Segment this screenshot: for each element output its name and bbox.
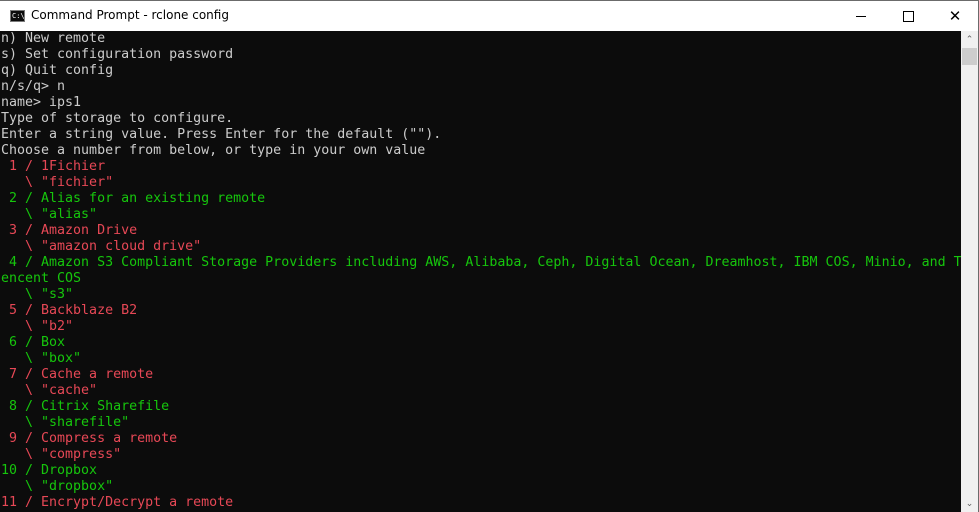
terminal-line: \ "cache" bbox=[1, 383, 98, 398]
terminal-line: \ "fichier" bbox=[1, 175, 114, 190]
terminal-line: 1 / 1Fichier bbox=[1, 159, 106, 174]
terminal-line: 8 / Citrix Sharefile bbox=[1, 399, 170, 414]
terminal-line: 9 / Compress a remote bbox=[1, 431, 178, 446]
chevron-up-icon: ⌃ bbox=[965, 34, 974, 45]
maximize-icon bbox=[902, 10, 914, 22]
terminal-line: 10 / Dropbox bbox=[1, 463, 98, 478]
minimize-button[interactable] bbox=[838, 1, 884, 31]
window-title: Command Prompt - rclone config bbox=[31, 8, 229, 22]
terminal-line: 2 / Alias for an existing remote bbox=[1, 191, 266, 206]
terminal-line: 7 / Cache a remote bbox=[1, 367, 154, 382]
maximize-button[interactable] bbox=[885, 1, 931, 31]
terminal-line: \ "amazon cloud drive" bbox=[1, 239, 202, 254]
terminal-line: s) Set configuration password bbox=[1, 47, 234, 62]
terminal-line: \ "s3" bbox=[1, 287, 74, 302]
terminal-line: 11 / Encrypt/Decrypt a remote bbox=[1, 495, 234, 510]
close-icon: ✕ bbox=[948, 7, 962, 25]
terminal-line: \ "sharefile" bbox=[1, 415, 130, 430]
terminal-line: \ "dropbox" bbox=[1, 479, 114, 494]
terminal-line: Type of storage to configure. bbox=[1, 111, 234, 126]
vertical-scrollbar[interactable]: ⌃ ⌄ bbox=[961, 31, 978, 512]
terminal-line: \ "box" bbox=[1, 351, 82, 366]
scrollbar-thumb[interactable] bbox=[962, 48, 977, 65]
chevron-down-icon: ⌄ bbox=[965, 498, 974, 509]
terminal-line: \ "alias" bbox=[1, 207, 98, 222]
terminal-line: n) New remote bbox=[1, 31, 106, 46]
terminal-line: \ "compress" bbox=[1, 447, 122, 462]
terminal-line: Choose a number from below, or type in y… bbox=[1, 143, 426, 158]
terminal-line: 3 / Amazon Drive bbox=[1, 223, 138, 238]
scroll-down-button[interactable]: ⌄ bbox=[961, 495, 978, 512]
title-bar[interactable]: C:\_ Command Prompt - rclone config ✕ bbox=[0, 0, 979, 31]
terminal-line: n/s/q> n bbox=[1, 79, 66, 94]
terminal-line: 6 / Box bbox=[1, 335, 66, 350]
terminal-line: q) Quit config bbox=[1, 63, 114, 78]
terminal-line: 4 / Amazon S3 Compliant Storage Provider… bbox=[1, 255, 961, 270]
scroll-up-button[interactable]: ⌃ bbox=[961, 31, 978, 48]
terminal-line: Enter a string value. Press Enter for th… bbox=[1, 127, 442, 142]
terminal-line: 5 / Backblaze B2 bbox=[1, 303, 138, 318]
terminal-line: encent COS bbox=[1, 271, 82, 286]
terminal-line: \ "b2" bbox=[1, 319, 74, 334]
terminal-output[interactable]: n) New remote s) Set configuration passwo… bbox=[0, 31, 961, 512]
cmd-icon: C:\_ bbox=[10, 10, 29, 22]
close-button[interactable]: ✕ bbox=[932, 1, 978, 31]
minimize-icon bbox=[856, 15, 866, 17]
terminal-line: name> ips1 bbox=[1, 95, 82, 110]
terminal-lines: n) New remote s) Set configuration passwo… bbox=[1, 31, 961, 511]
